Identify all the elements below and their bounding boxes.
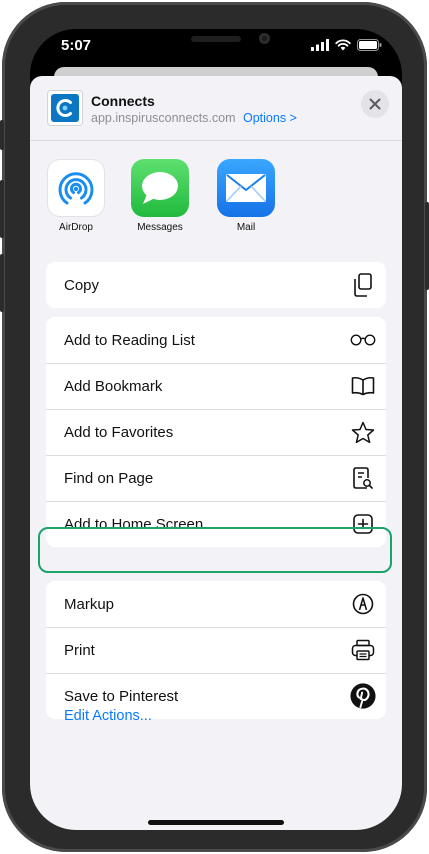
phone-frame: 5:07 Connects app.inspirusconnects.com O… <box>0 2 429 852</box>
messages-icon <box>131 159 189 217</box>
share-apps-row: AirDrop Messages Mail <box>30 159 402 249</box>
airdrop-icon <box>47 159 105 217</box>
glasses-icon <box>350 327 376 353</box>
action-label: Print <box>64 641 95 659</box>
action-group-browser: Add to Reading List Add Bookmark Add to … <box>46 317 386 547</box>
action-label: Add to Reading List <box>64 331 195 349</box>
action-add-to-home-screen[interactable]: Add to Home Screen <box>46 501 386 547</box>
share-sheet: Connects app.inspirusconnects.com Option… <box>30 76 402 830</box>
share-app-label: Messages <box>137 222 183 233</box>
action-group-extensions: Markup Print Save to Pinterest <box>46 581 386 719</box>
cellular-signal-icon <box>311 39 329 51</box>
pinterest-icon <box>350 683 376 709</box>
site-favicon <box>47 90 83 126</box>
printer-icon <box>350 637 376 663</box>
action-group-copy: Copy <box>46 262 386 308</box>
copy-icon <box>350 272 376 298</box>
star-icon <box>350 419 376 445</box>
action-print[interactable]: Print <box>46 627 386 673</box>
action-label: Find on Page <box>64 469 154 487</box>
action-label: Save to Pinterest <box>64 687 179 705</box>
volume-up-button <box>0 180 4 238</box>
share-header: Connects app.inspirusconnects.com Option… <box>30 76 402 140</box>
home-indicator[interactable] <box>148 820 284 825</box>
site-title: Connects <box>91 93 155 109</box>
action-find-on-page[interactable]: Find on Page <box>46 455 386 501</box>
action-label: Add Bookmark <box>64 377 163 395</box>
notch <box>135 29 297 59</box>
site-url: app.inspirusconnects.com <box>91 111 236 125</box>
action-label: Add to Home Screen <box>64 515 204 533</box>
share-app-messages[interactable]: Messages <box>125 159 195 233</box>
action-label: Add to Favorites <box>64 423 174 441</box>
plus-square-icon <box>350 511 376 537</box>
mail-icon <box>217 159 275 217</box>
connects-logo-icon <box>51 94 79 122</box>
volume-down-button <box>0 254 4 312</box>
share-app-mail[interactable]: Mail <box>211 159 281 233</box>
share-app-label: Mail <box>236 222 256 233</box>
action-label: Markup <box>64 595 115 613</box>
action-label: Copy <box>64 276 100 294</box>
close-button[interactable] <box>361 90 389 118</box>
book-icon <box>350 373 376 399</box>
wifi-icon <box>335 39 351 51</box>
action-add-bookmark[interactable]: Add Bookmark <box>46 363 386 409</box>
mute-switch <box>0 120 4 150</box>
options-link[interactable]: Options > <box>243 111 297 125</box>
action-add-to-favorites[interactable]: Add to Favorites <box>46 409 386 455</box>
share-app-label: AirDrop <box>59 222 93 233</box>
status-icons <box>311 39 382 51</box>
action-copy[interactable]: Copy <box>46 262 386 308</box>
close-icon <box>369 98 381 110</box>
edit-actions-link[interactable]: Edit Actions... <box>64 708 152 724</box>
screen: 5:07 Connects app.inspirusconnects.com O… <box>30 29 402 830</box>
front-camera <box>259 33 270 44</box>
speaker-grille <box>191 36 241 42</box>
markup-icon <box>350 591 376 617</box>
action-add-to-reading-list[interactable]: Add to Reading List <box>46 317 386 363</box>
battery-icon <box>357 39 382 51</box>
status-time: 5:07 <box>61 37 92 54</box>
action-markup[interactable]: Markup <box>46 581 386 627</box>
power-button <box>425 202 429 290</box>
share-app-airdrop[interactable]: AirDrop <box>41 159 111 233</box>
find-page-icon <box>350 465 376 491</box>
header-divider <box>30 140 402 141</box>
